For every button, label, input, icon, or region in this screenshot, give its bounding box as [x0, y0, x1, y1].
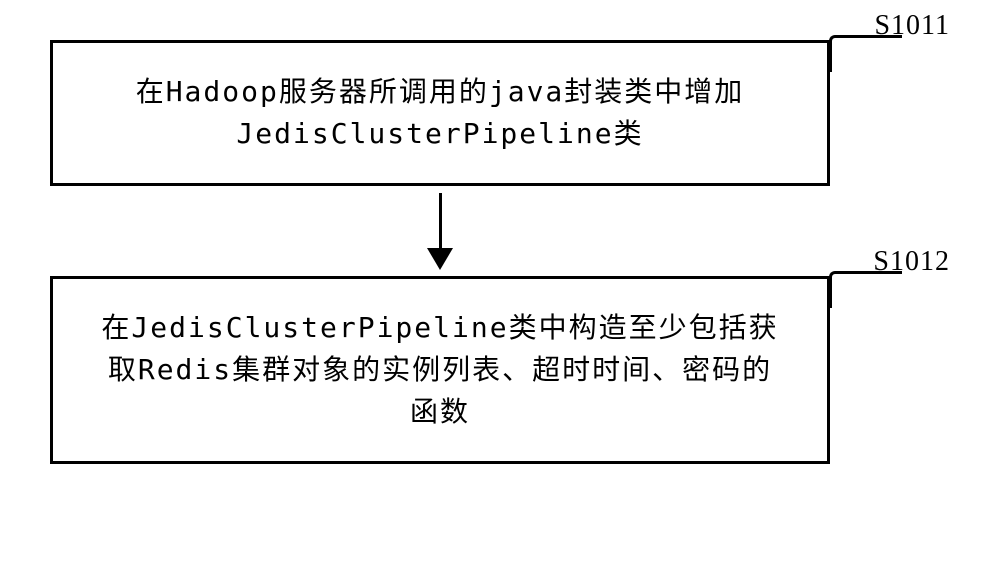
arrow-line [439, 193, 442, 248]
step-1-wrapper: S1011 在Hadoop服务器所调用的java封装类中增加JedisClust… [50, 40, 830, 186]
step-1-label: S1011 [874, 10, 950, 42]
step-1-box: 在Hadoop服务器所调用的java封装类中增加JedisClusterPipe… [50, 40, 830, 186]
step-2-label: S1012 [873, 246, 950, 278]
step-2-wrapper: S1012 在JedisClusterPipeline类中构造至少包括获取Red… [50, 276, 830, 464]
arrow-head-icon [427, 248, 453, 270]
flowchart: S1011 在Hadoop服务器所调用的java封装类中增加JedisClust… [50, 40, 950, 464]
step-2-box: 在JedisClusterPipeline类中构造至少包括获取Redis集群对象… [50, 276, 830, 464]
arrow-down [50, 186, 830, 276]
